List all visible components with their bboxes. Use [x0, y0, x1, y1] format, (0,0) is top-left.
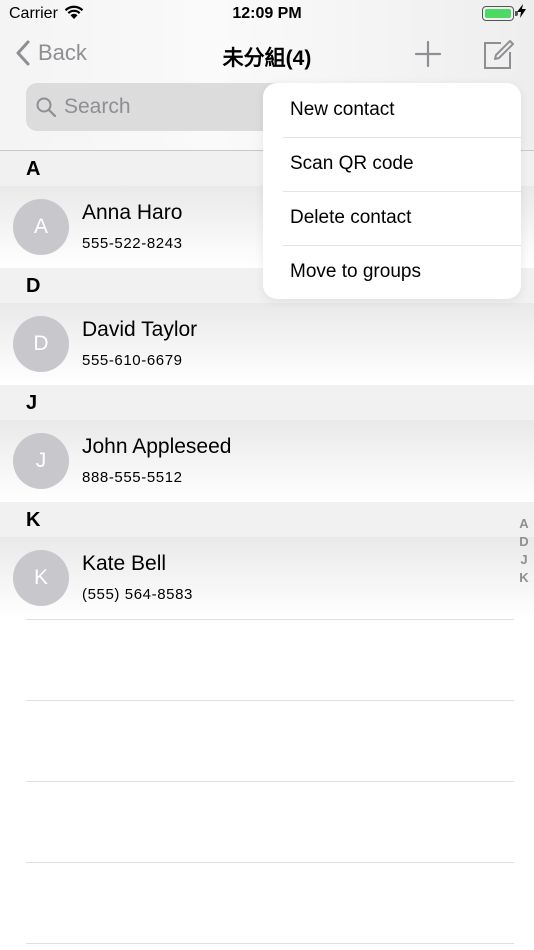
- status-time: 12:09 PM: [232, 5, 302, 22]
- contact-row[interactable]: D David Taylor 555-610-6679: [0, 303, 534, 385]
- search-placeholder: Search: [64, 95, 131, 118]
- row-separator: [26, 781, 514, 782]
- status-bar: Carrier 12:09 PM: [0, 0, 534, 28]
- index-letter-k[interactable]: K: [516, 569, 532, 587]
- menu-item-move-to-groups[interactable]: Move to groups: [263, 245, 521, 299]
- avatar: K: [13, 550, 69, 606]
- contact-phone: 555-610-6679: [82, 352, 183, 369]
- contact-name: David Taylor: [82, 318, 198, 341]
- section-header-j: J: [0, 385, 534, 420]
- charging-bolt-icon: [517, 4, 526, 21]
- contact-name: Kate Bell: [82, 552, 167, 575]
- page-title: 未分組(4): [222, 47, 312, 70]
- contact-phone: (555) 564-8583: [82, 586, 193, 603]
- menu-item-delete-contact[interactable]: Delete contact: [263, 191, 521, 245]
- section-index[interactable]: A D J K: [516, 515, 532, 587]
- popup-menu: New contact Scan QR code Delete contact …: [263, 83, 521, 299]
- row-separator: [26, 619, 514, 620]
- avatar: A: [13, 199, 69, 255]
- row-separator: [26, 700, 514, 701]
- index-letter-j[interactable]: J: [516, 551, 532, 569]
- add-icon[interactable]: [414, 40, 442, 73]
- search-icon: [36, 97, 56, 117]
- contact-name: Anna Haro: [82, 201, 183, 224]
- row-separator: [26, 862, 514, 863]
- battery-level: [485, 9, 511, 18]
- avatar: J: [13, 433, 69, 489]
- menu-item-new-contact[interactable]: New contact: [263, 83, 521, 137]
- battery-icon: [482, 6, 518, 21]
- contact-row[interactable]: K Kate Bell (555) 564-8583: [0, 537, 534, 619]
- avatar: D: [13, 316, 69, 372]
- index-letter-a[interactable]: A: [516, 515, 532, 533]
- contact-phone: 555-522-8243: [82, 235, 183, 252]
- contact-row[interactable]: J John Appleseed 888-555-5512: [0, 420, 534, 502]
- index-letter-d[interactable]: D: [516, 533, 532, 551]
- contact-name: John Appleseed: [82, 435, 232, 458]
- menu-item-scan-qr-code[interactable]: Scan QR code: [263, 137, 521, 191]
- section-header-k: K: [0, 502, 534, 537]
- compose-icon[interactable]: [481, 38, 515, 77]
- contact-phone: 888-555-5512: [82, 469, 183, 486]
- row-separator: [26, 943, 514, 944]
